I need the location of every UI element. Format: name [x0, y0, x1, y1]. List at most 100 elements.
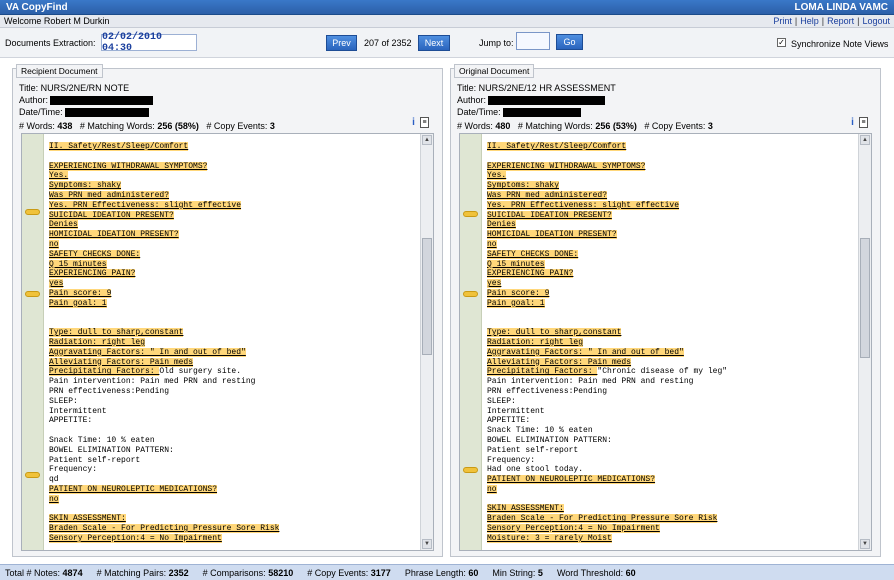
note-line: Symptoms: shaky [487, 181, 853, 191]
note-line: Snack Time: 10 % eaten [49, 436, 415, 446]
scroll-up-arrow[interactable]: ▲ [860, 135, 870, 145]
copy-label: # Copy Events: [206, 121, 268, 131]
note-line [487, 495, 853, 505]
link-separator: | [821, 16, 825, 26]
scroll-down-arrow[interactable]: ▼ [860, 539, 870, 549]
note-line: no [49, 239, 415, 250]
stat-matching-pairs: # Matching Pairs: 2352 [96, 567, 189, 578]
scroll-thumb[interactable] [860, 238, 870, 358]
scroll-thumb[interactable] [422, 238, 432, 355]
note-line: Patient self-report [49, 456, 415, 466]
scroll-down-arrow[interactable]: ▼ [422, 539, 432, 549]
note-line: Was PRN med administered? [487, 190, 853, 201]
matched-text: Q 15 minutes [49, 259, 107, 269]
note-line: no [487, 484, 853, 495]
recipient-document-view[interactable]: II. Safety/Rest/Sleep/Comfort EXPERIENCIN… [21, 133, 434, 551]
matched-text: Radiation: right leg [49, 337, 146, 347]
matched-text: PATIENT ON NEUROLEPTIC MEDICATIONS? [487, 475, 656, 485]
matched-text: HOMICIDAL IDEATION PRESENT? [49, 230, 179, 240]
note-line: Pain score: 9 [49, 288, 415, 299]
note-line: PRN effectiveness:Pending [487, 387, 853, 397]
original-panel: Original Document Title: NURS/2NE/12 HR … [450, 64, 881, 557]
unmatched-text: BOWEL ELIMINATION PATTERN: [487, 435, 612, 445]
note-line: PATIENT ON NEUROLEPTIC MEDICATIONS? [49, 484, 415, 495]
stat-min-string: Min String: 5 [492, 567, 543, 578]
match-marker[interactable] [463, 467, 478, 473]
matched-text: yes [49, 279, 64, 289]
recipient-panel: Recipient Document Title: NURS/2NE/RN NO… [12, 64, 443, 557]
stat-copy-events: # Copy Events: 3177 [307, 567, 391, 578]
logout-link[interactable]: Logout [862, 16, 890, 26]
original-document-view[interactable]: II. Safety/Rest/Sleep/Comfort EXPERIENCIN… [459, 133, 872, 551]
recipient-scrollbar[interactable]: ▲ ▼ [420, 134, 433, 550]
note-line: PRN effectiveness:Pending [49, 387, 415, 397]
note-line: APPETITE: [487, 416, 853, 426]
header-links: Print | Help | Report | Logout [773, 16, 890, 26]
words-label: # Words: [19, 121, 55, 131]
matched-text: HOMICIDAL IDEATION PRESENT? [487, 230, 617, 240]
jump-input[interactable] [516, 32, 550, 50]
help-link[interactable]: Help [800, 16, 819, 26]
matched-text: II. Safety/Rest/Sleep/Comfort [49, 142, 189, 151]
note-line: Braden Scale - For Predicting Pressure S… [487, 514, 853, 524]
note-line: yes [487, 279, 853, 289]
matched-text: Precipitating Factors: [49, 367, 160, 377]
matched-text: SKIN ASSESSMENT: [487, 504, 564, 514]
prev-button[interactable]: Prev [326, 35, 357, 51]
extraction-date-field[interactable]: 02/02/2010 04:30 [101, 32, 197, 54]
original-scrollbar[interactable]: ▲ ▼ [858, 134, 871, 550]
matched-text: no [487, 484, 497, 494]
note-line: Yes. PRN Effectiveness: slight effective [49, 200, 415, 211]
matched-text: Yes. [487, 171, 507, 181]
unmatched-text: SLEEP: [49, 396, 78, 406]
scroll-up-arrow[interactable]: ▲ [422, 135, 432, 145]
sync-checkbox[interactable]: ✓ [777, 38, 786, 47]
note-line: no [49, 494, 415, 505]
note-line: EXPERIENCING WITHDRAWAL SYMPTOMS? [487, 161, 853, 172]
unmatched-text: Patient self-report [487, 445, 579, 455]
note-line: APPETITE: [49, 416, 415, 426]
note-line: Had one stool today. [487, 465, 853, 475]
unmatched-text: SLEEP: [487, 396, 516, 406]
copy-label: # Copy Events: [644, 121, 706, 131]
matched-text: no [49, 494, 59, 504]
match-marker[interactable] [25, 209, 40, 215]
note-line: Q 15 minutes [49, 259, 415, 270]
note-line [49, 426, 415, 436]
matched-text: no [487, 239, 497, 249]
go-button[interactable]: Go [556, 34, 583, 50]
match-marker[interactable] [25, 291, 40, 297]
matched-text: Moisture: 3 = rarely Moist [487, 533, 612, 543]
note-line: BOWEL ELIMINATION PATTERN: [49, 446, 415, 456]
matched-text: SAFETY CHECKS DONE: [487, 249, 579, 259]
original-datetime: Date/Time: [457, 107, 581, 118]
match-gutter [460, 134, 482, 550]
info-icon[interactable]: i [848, 117, 857, 128]
print-link[interactable]: Print [773, 16, 792, 26]
note-line: SUICIDAL IDEATION PRESENT? [487, 210, 853, 221]
match-marker[interactable] [463, 211, 478, 217]
info-icon[interactable]: i [409, 117, 418, 128]
copy-value: 3 [707, 121, 713, 131]
welcome-text: Welcome Robert M Durkin [4, 16, 110, 26]
note-line: Alleviating Factors: Pain meds [487, 357, 853, 368]
note-line: Alleviating Factors: Pain meds [49, 357, 415, 368]
match-marker[interactable] [463, 291, 478, 297]
matched-text: Yes. PRN Effectiveness: slight effective [487, 200, 680, 210]
note-line: Precipitating Factors: "Chronic disease … [487, 367, 853, 377]
report-link[interactable]: Report [827, 16, 854, 26]
match-marker[interactable] [25, 472, 40, 478]
document-icon[interactable]: ≡ [859, 117, 868, 128]
note-line: Pain goal: 1 [487, 298, 853, 309]
recipient-author: Author: [19, 95, 154, 106]
next-button[interactable]: Next [418, 35, 450, 51]
note-line: Pain intervention: Pain med PRN and rest… [49, 377, 415, 387]
original-panel-icons: i ≡ [848, 117, 868, 128]
position-counter: 207 of 2352 [364, 38, 412, 48]
note-line [487, 152, 853, 162]
original-title: Title: NURS/2NE/12 HR ASSESSMENT [457, 83, 616, 93]
stat-phrase-length: Phrase Length: 60 [404, 567, 479, 578]
document-icon[interactable]: ≡ [420, 117, 429, 128]
note-line: Intermittent [487, 407, 853, 417]
words-value: 480 [495, 121, 511, 131]
